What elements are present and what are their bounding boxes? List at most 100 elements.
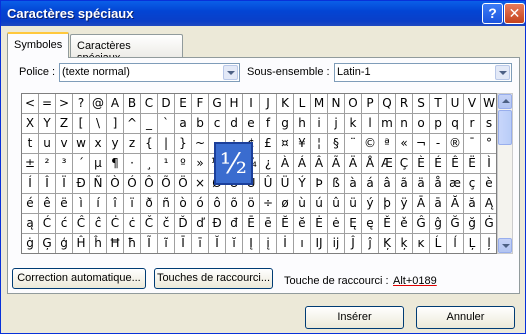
character-cell[interactable]: ý [362,194,379,214]
character-cell[interactable]: E [175,94,192,114]
character-cell[interactable]: Ē [243,214,260,234]
character-cell[interactable]: £ [260,134,277,154]
character-cell[interactable]: e [243,114,260,134]
character-cell[interactable]: ? [73,94,90,114]
character-cell[interactable]: \ [90,114,107,134]
character-cell[interactable]: i [311,114,328,134]
character-cell[interactable]: ģ [56,234,73,253]
character-cell[interactable]: b [192,114,209,134]
character-cell[interactable]: q [447,114,464,134]
subset-select[interactable]: Latin-1 [334,63,512,82]
character-cell[interactable]: â [379,174,396,194]
character-cell[interactable]: U [447,94,464,114]
character-cell[interactable]: { [141,134,158,154]
character-cell[interactable]: m [379,114,396,134]
character-cell[interactable]: ļ [481,234,496,253]
character-cell[interactable]: h [294,114,311,134]
character-cell[interactable]: Æ [379,154,396,174]
character-cell[interactable]: J [260,94,277,114]
character-cell[interactable]: ³ [56,154,73,174]
character-cell[interactable]: Ķ [379,234,396,253]
character-cell[interactable]: ė [328,214,345,234]
cancel-button[interactable]: Annuler [416,306,515,329]
character-cell[interactable]: ć [56,214,73,234]
scroll-down-button[interactable] [498,238,512,253]
character-cell[interactable]: Å [362,154,379,174]
character-cell[interactable]: ^ [124,114,141,134]
character-cell[interactable]: µ [90,154,107,174]
character-cell[interactable]: Į [243,234,260,253]
character-cell[interactable]: ä [413,174,430,194]
character-cell[interactable]: B [124,94,141,114]
scroll-thumb[interactable] [498,110,512,145]
character-cell[interactable]: Ĥ [73,234,90,253]
character-cell[interactable]: V [464,94,481,114]
character-cell[interactable]: l [362,114,379,134]
character-cell[interactable]: T [430,94,447,114]
character-cell[interactable]: Í [22,174,39,194]
character-cell[interactable]: Ã [328,154,345,174]
character-cell[interactable]: Ġ [481,214,496,234]
character-cell[interactable]: a [175,114,192,134]
character-cell[interactable]: ī [192,234,209,253]
character-cell[interactable]: Ģ [39,234,56,253]
character-cell[interactable]: ĝ [430,214,447,234]
character-cell[interactable]: ĕ [294,214,311,234]
character-cell[interactable]: Ė [311,214,328,234]
character-cell[interactable]: j [328,114,345,134]
character-cell[interactable]: Ĉ [73,214,90,234]
character-cell[interactable]: Ą [481,194,496,214]
character-cell[interactable]: õ [226,194,243,214]
character-cell[interactable]: ħ [124,234,141,253]
character-cell[interactable]: ó [192,194,209,214]
character-cell[interactable]: ā [430,194,447,214]
scroll-up-button[interactable] [498,94,512,109]
character-cell[interactable]: Ċ [107,214,124,234]
character-cell[interactable]: } [175,134,192,154]
character-cell[interactable]: ĥ [90,234,107,253]
character-cell[interactable]: ¬ [413,134,430,154]
character-cell[interactable]: ĉ [90,214,107,234]
character-cell[interactable]: O [345,94,362,114]
character-cell[interactable]: ē [260,214,277,234]
character-cell[interactable]: č [158,214,175,234]
autocorrect-button[interactable]: Correction automatique... [12,268,146,289]
character-cell[interactable]: > [56,94,73,114]
character-cell[interactable]: Ó [124,174,141,194]
character-cell[interactable]: ¥ [294,134,311,154]
character-cell[interactable]: × [192,174,209,194]
character-cell[interactable]: î [107,194,124,214]
character-cell[interactable]: R [396,94,413,114]
character-cell[interactable]: ø [277,194,294,214]
character-grid[interactable]: < = >? @ A B C D E F G H I J K L M N O P Q R S T U V W X Y Z[\] ^ _ ` a b c… [21,93,497,254]
character-cell[interactable]: c [209,114,226,134]
character-cell[interactable]: ò [175,194,192,214]
character-cell[interactable]: ę [362,214,379,234]
character-cell[interactable]: Ç [396,154,413,174]
character-cell[interactable]: ĺ [447,234,464,253]
grid-scrollbar[interactable] [497,93,513,254]
character-cell[interactable]: ú [311,194,328,214]
character-cell[interactable]: ¿ [260,154,277,174]
character-cell[interactable]: ĭ [226,234,243,253]
character-cell[interactable]: ~ [192,134,209,154]
character-cell[interactable]: ± [22,154,39,174]
character-cell[interactable]: Ď [175,214,192,234]
character-cell[interactable]: ¨ [345,134,362,154]
character-cell[interactable]: t [22,134,39,154]
close-button[interactable]: ✕ [504,3,525,24]
character-cell[interactable]: ê [39,194,56,214]
character-cell[interactable]: ® [447,134,464,154]
character-cell[interactable]: g [277,114,294,134]
character-cell[interactable]: ` [158,114,175,134]
character-cell[interactable]: ñ [158,194,175,214]
character-cell[interactable]: Đ [209,214,226,234]
character-cell[interactable]: Ĝ [413,214,430,234]
character-cell[interactable]: Û [260,174,277,194]
character-cell[interactable]: Ă [447,194,464,214]
help-button[interactable]: ? [482,3,503,24]
character-cell[interactable]: ù [294,194,311,214]
character-cell[interactable]: ¯ [464,134,481,154]
character-cell[interactable]: Ä [345,154,362,174]
character-cell[interactable]: İ [277,234,294,253]
